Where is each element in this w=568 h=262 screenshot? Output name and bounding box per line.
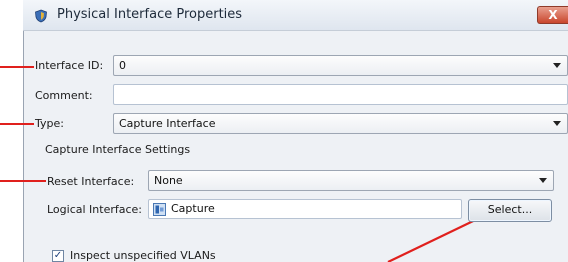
logical-interface-value: Capture [171, 202, 215, 215]
select-button[interactable]: Select... [468, 199, 552, 222]
logical-interface-label: Logical Interface: [47, 203, 142, 216]
callout-line-interface-id [0, 66, 34, 68]
window-title: Physical Interface Properties [57, 7, 243, 22]
checkmark-icon: ✓ [53, 250, 63, 261]
logical-interface-field: Capture [148, 199, 462, 219]
close-button[interactable]: X [537, 6, 568, 24]
reset-interface-select[interactable]: None [148, 170, 554, 191]
comment-input[interactable] [113, 84, 568, 105]
close-icon: X [548, 8, 558, 22]
callout-line-type [0, 123, 34, 125]
reset-interface-value: None [154, 174, 183, 187]
chevron-down-icon [553, 121, 561, 126]
shield-app-icon [35, 9, 47, 23]
interface-id-label: Interface ID: [35, 59, 104, 72]
interface-id-select[interactable]: 0 [113, 55, 568, 76]
logical-interface-icon [153, 203, 166, 216]
callout-line-reset-interface [0, 180, 46, 182]
comment-label: Comment: [35, 89, 93, 102]
capture-settings-heading: Capture Interface Settings [45, 143, 191, 156]
chevron-down-icon [539, 178, 547, 183]
interface-id-value: 0 [119, 59, 126, 72]
type-value: Capture Interface [119, 117, 216, 130]
type-select[interactable]: Capture Interface [113, 113, 568, 134]
type-label: Type: [35, 117, 64, 130]
chevron-down-icon [553, 63, 561, 68]
inspect-vlans-checkbox[interactable]: ✓ [52, 250, 64, 262]
inspect-vlans-label: Inspect unspecified VLANs [70, 249, 216, 262]
reset-interface-label: Reset Interface: [47, 175, 135, 188]
